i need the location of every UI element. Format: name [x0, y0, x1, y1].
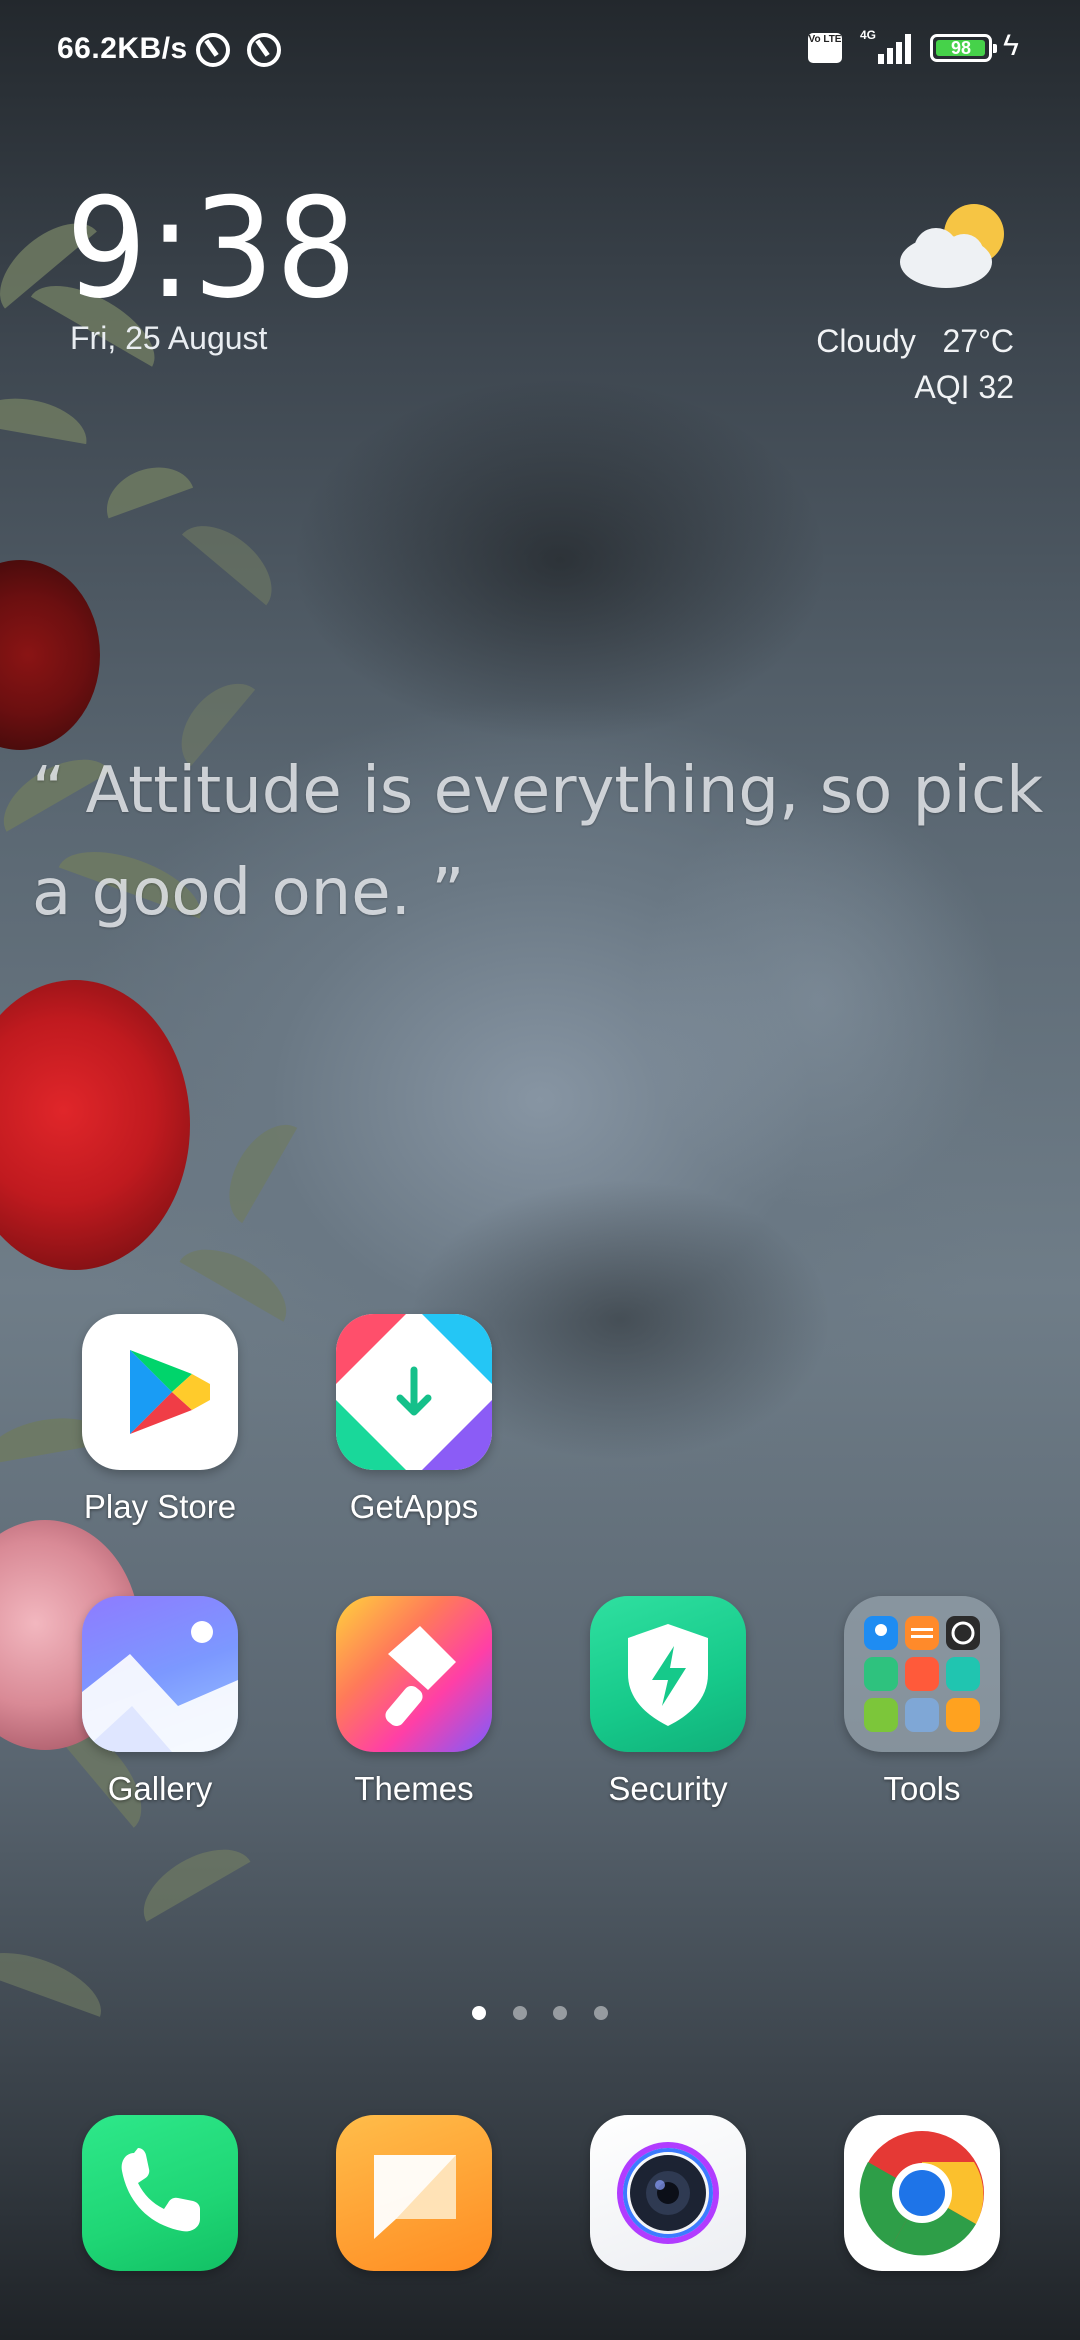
- page-dot-1: [472, 2006, 487, 2020]
- page-dot-3: [553, 2006, 568, 2020]
- battery-icon: 98: [930, 34, 997, 62]
- app-tools-folder[interactable]: Tools: [812, 1596, 1032, 1808]
- app-gallery[interactable]: Gallery: [50, 1596, 270, 1808]
- home-screen: 66.2KB/s Vo LTE 4G 98 ϟ 9:38 Fri, 25 Aug…: [0, 0, 1080, 2340]
- app-play-store[interactable]: Play Store: [50, 1314, 270, 1526]
- app-label: Tools: [883, 1770, 961, 1807]
- app-label: GetApps: [349, 1488, 479, 1525]
- weather-summary: Cloudy 27°C: [614, 318, 1014, 364]
- page-dot-2: [512, 2006, 527, 2020]
- weather-widget[interactable]: Cloudy 27°C AQI 32: [614, 318, 1014, 410]
- dock-camera[interactable]: [558, 2115, 778, 2271]
- tools-folder-icon: [844, 1596, 1000, 1752]
- page-dot-4: [593, 2006, 608, 2020]
- dock-chrome[interactable]: [812, 2115, 1032, 2271]
- app-themes[interactable]: Themes: [304, 1596, 524, 1808]
- camera-icon: [590, 2115, 746, 2271]
- clock-date[interactable]: Fri, 25 August: [70, 320, 267, 357]
- battery-level: 98: [950, 38, 972, 58]
- messages-icon: [336, 2115, 492, 2271]
- partly-cloudy-icon[interactable]: [894, 196, 1014, 296]
- weather-aqi: AQI 32: [914, 369, 1014, 405]
- network-type-label: 4G: [860, 28, 877, 42]
- network-speed: 66.2KB/s: [57, 32, 188, 65]
- phone-icon: [82, 2115, 238, 2271]
- themes-icon: [336, 1596, 492, 1752]
- volte-icon: Vo LTE: [808, 33, 842, 63]
- security-icon: [590, 1596, 746, 1752]
- app-label: Play Store: [83, 1488, 237, 1525]
- app-label: Themes: [354, 1770, 474, 1807]
- play-store-icon: [82, 1314, 238, 1470]
- app-security[interactable]: Security: [558, 1596, 778, 1808]
- signal-strength-icon: 4G: [858, 28, 916, 64]
- gallery-icon: [82, 1596, 238, 1752]
- charging-icon: ϟ: [1003, 29, 1019, 62]
- status-bar: 66.2KB/s Vo LTE 4G 98 ϟ: [0, 0, 1080, 100]
- getapps-icon: [336, 1314, 492, 1470]
- chrome-icon: [844, 2115, 1000, 2271]
- weather-temperature: 27°C: [942, 323, 1015, 359]
- page-indicator[interactable]: [0, 2006, 1080, 2025]
- app-getapps[interactable]: GetApps: [304, 1314, 524, 1526]
- hotspot-icon: [196, 33, 230, 67]
- dock-phone[interactable]: [50, 2115, 270, 2271]
- dock-messages[interactable]: [304, 2115, 524, 2271]
- app-label: Security: [608, 1770, 728, 1807]
- weather-condition: Cloudy: [816, 323, 916, 359]
- app-label: Gallery: [107, 1770, 213, 1807]
- wallpaper-quote: “ Attitude is everything, so pick a good…: [32, 754, 1044, 930]
- clock-time[interactable]: 9:38: [66, 180, 358, 318]
- sync-icon: [247, 33, 281, 67]
